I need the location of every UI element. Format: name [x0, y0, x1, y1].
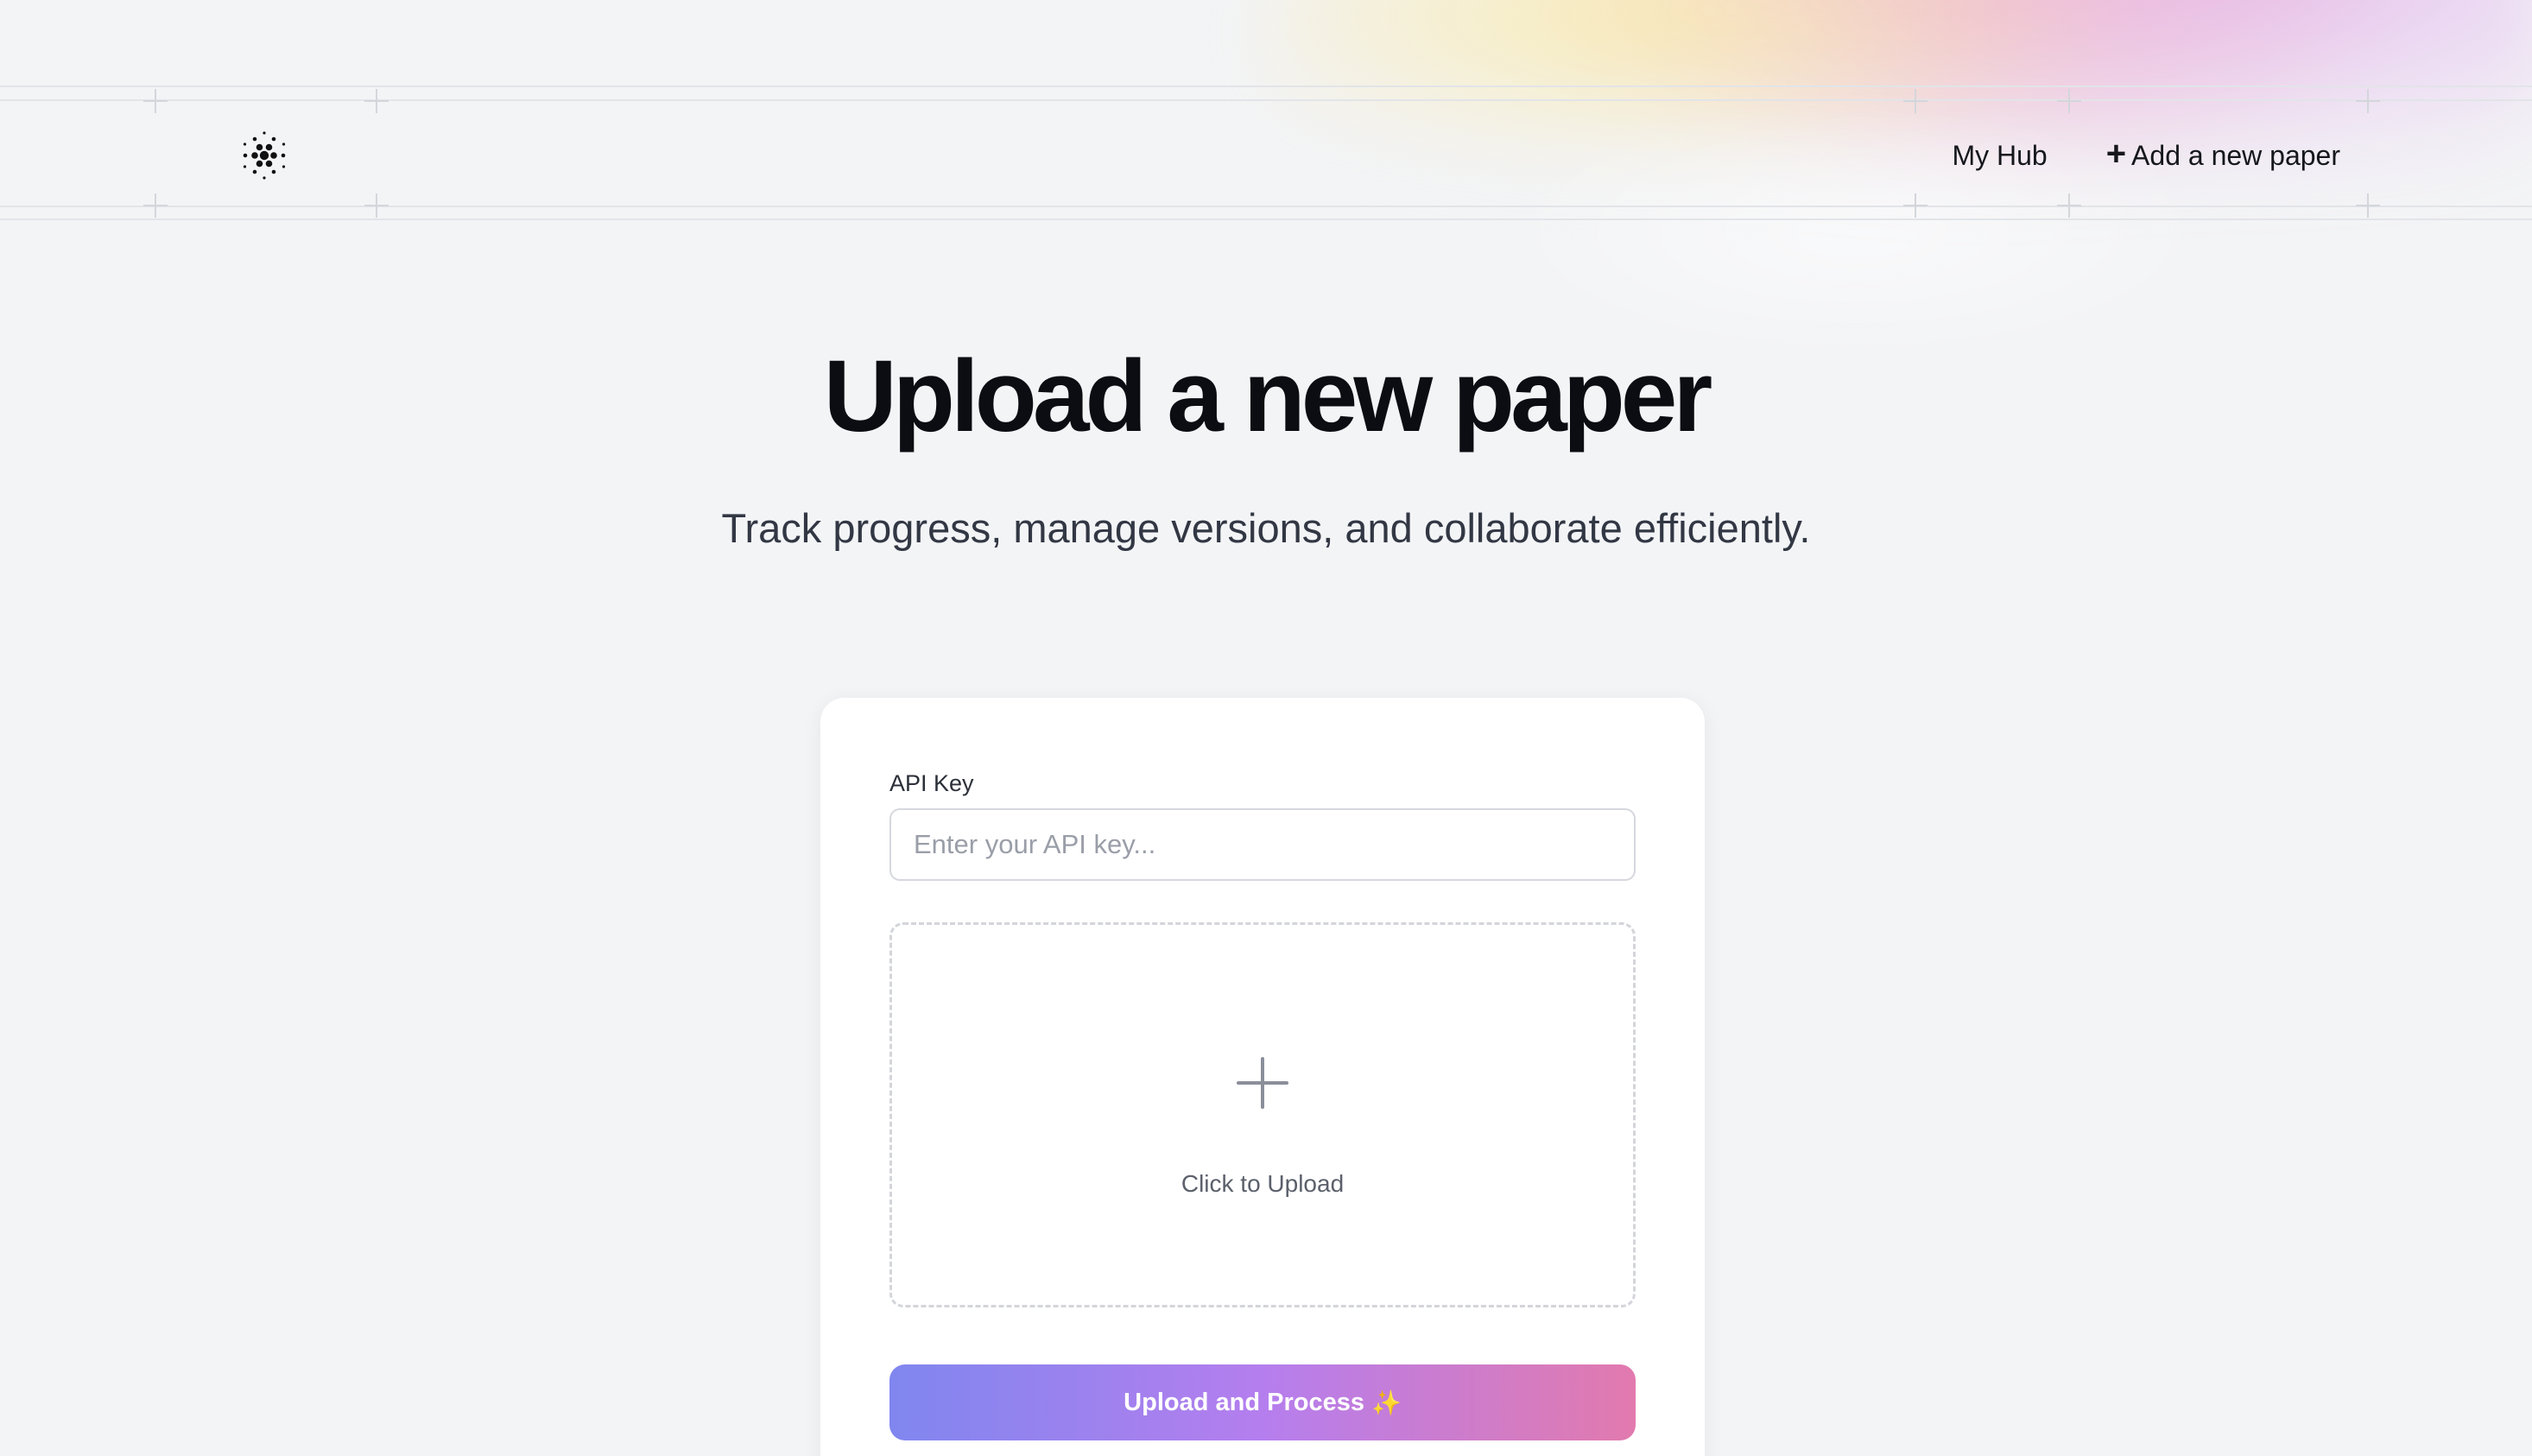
crosshair-marker [143, 89, 168, 113]
crosshair-marker [2356, 89, 2380, 113]
logo-graphic [243, 131, 286, 180]
dotted-circle-logo-icon[interactable] [231, 123, 297, 188]
dropzone-label: Click to Upload [1181, 1170, 1345, 1197]
nav-add-paper-label: Add a new paper [2131, 139, 2340, 171]
file-upload-dropzone[interactable]: Click to Upload [889, 922, 1636, 1307]
crosshair-marker [364, 89, 389, 113]
upload-and-process-button[interactable]: Upload and Process ✨ [889, 1364, 1636, 1440]
crosshair-marker [2057, 193, 2081, 218]
api-key-input[interactable] [889, 808, 1636, 881]
guide-line-top-outer [0, 85, 2532, 87]
page: My Hub + Add a new paper Upload a new pa… [0, 0, 2532, 1456]
plus-icon [1237, 1057, 1288, 1109]
nav-add-paper-link[interactable]: + Add a new paper [2106, 136, 2340, 172]
crosshair-marker [2356, 193, 2380, 218]
nav-my-hub-label: My Hub [1952, 139, 2048, 171]
crosshair-marker [2057, 89, 2081, 113]
guide-line-bottom-outer [0, 218, 2532, 220]
nav-my-hub-link[interactable]: My Hub [1952, 140, 2047, 172]
page-title: Upload a new paper [823, 339, 1713, 453]
api-key-label: API Key [889, 770, 974, 796]
crosshair-marker [1903, 89, 1927, 113]
background-glow [1261, 0, 2532, 311]
crosshair-marker [364, 193, 389, 218]
crosshair-marker [1903, 193, 1927, 218]
sparkles-icon: ✨ [1370, 1389, 1402, 1416]
upload-and-process-label: Upload and Process [1124, 1388, 1364, 1416]
upload-card: API Key Click to Upload Upload and Proce… [820, 698, 1705, 1456]
page-subtitle: Track progress, manage versions, and col… [721, 505, 1811, 551]
top-nav: My Hub + Add a new paper [1952, 131, 2340, 180]
plus-icon: + [2105, 135, 2127, 173]
crosshair-marker [143, 193, 168, 218]
